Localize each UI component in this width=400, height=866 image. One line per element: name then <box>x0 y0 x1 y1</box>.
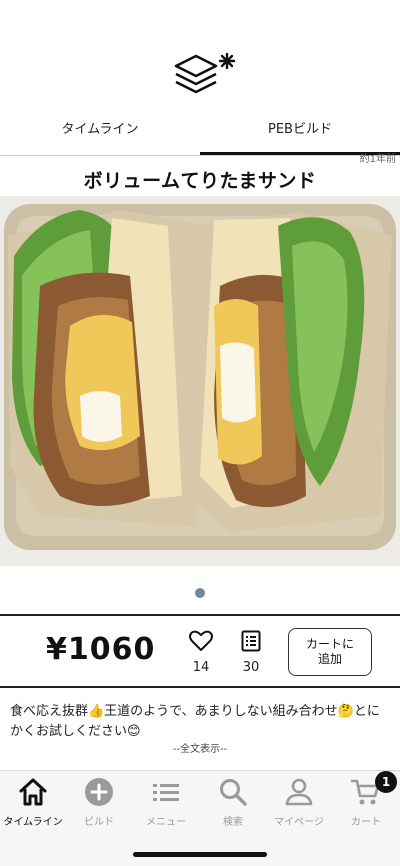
read-more-link[interactable]: --全文表示-- <box>0 740 400 755</box>
like-count: 14 <box>192 660 210 675</box>
home-indicator <box>133 852 267 857</box>
nav-label-menu: メニュー <box>146 817 186 828</box>
nav-label-timeline: タイムライン <box>3 817 63 828</box>
tab-bar: タイムライン PEBビルド <box>0 108 400 158</box>
nav-label-mypage: マイページ <box>274 817 324 828</box>
carousel-indicator-dot[interactable] <box>195 588 205 598</box>
home-icon <box>19 778 47 806</box>
comment-count: 30 <box>242 660 260 675</box>
nav-label-search: 検索 <box>223 817 243 828</box>
search-icon <box>220 779 247 806</box>
post-title: ボリュームてりたまサンド <box>83 170 317 192</box>
list-icon <box>241 630 261 652</box>
tabs-divider <box>0 155 400 156</box>
post-time-ago: 約1年前 <box>359 154 396 165</box>
sandwich-illustration <box>0 196 400 566</box>
user-icon <box>285 778 313 806</box>
nav-mypage[interactable]: マイページ <box>266 771 332 831</box>
menu-list-icon <box>153 784 179 801</box>
tab-timeline[interactable]: タイムライン <box>0 108 200 158</box>
comment-button[interactable]: 30 <box>234 630 268 675</box>
nav-cart[interactable]: 1 カート <box>333 771 399 831</box>
like-button[interactable]: 14 <box>184 630 218 675</box>
layers-asterisk-logo <box>174 52 236 94</box>
post-action-bar: ¥1060 14 30 カートに 追加 <box>0 614 400 688</box>
heart-icon <box>189 630 213 651</box>
nav-search[interactable]: 検索 <box>200 771 266 831</box>
nav-label-build: ビルド <box>84 817 114 828</box>
sandwich-photo[interactable] <box>0 196 400 566</box>
price: ¥1060 <box>46 632 156 667</box>
plus-circle-icon <box>85 778 113 806</box>
app-header <box>0 0 400 108</box>
nav-menu[interactable]: メニュー <box>133 771 199 831</box>
nav-timeline[interactable]: タイムライン <box>0 771 66 831</box>
post-description: 食べ応え抜群👍王道のようで、あまりしない組み合わせ🤔とにかくお試しください😊 <box>10 704 380 739</box>
nav-label-cart: カート <box>351 817 381 828</box>
cart-count-badge: 1 <box>375 771 397 793</box>
add-to-cart-button[interactable]: カートに 追加 <box>288 628 372 676</box>
nav-build[interactable]: ビルド <box>66 771 132 831</box>
